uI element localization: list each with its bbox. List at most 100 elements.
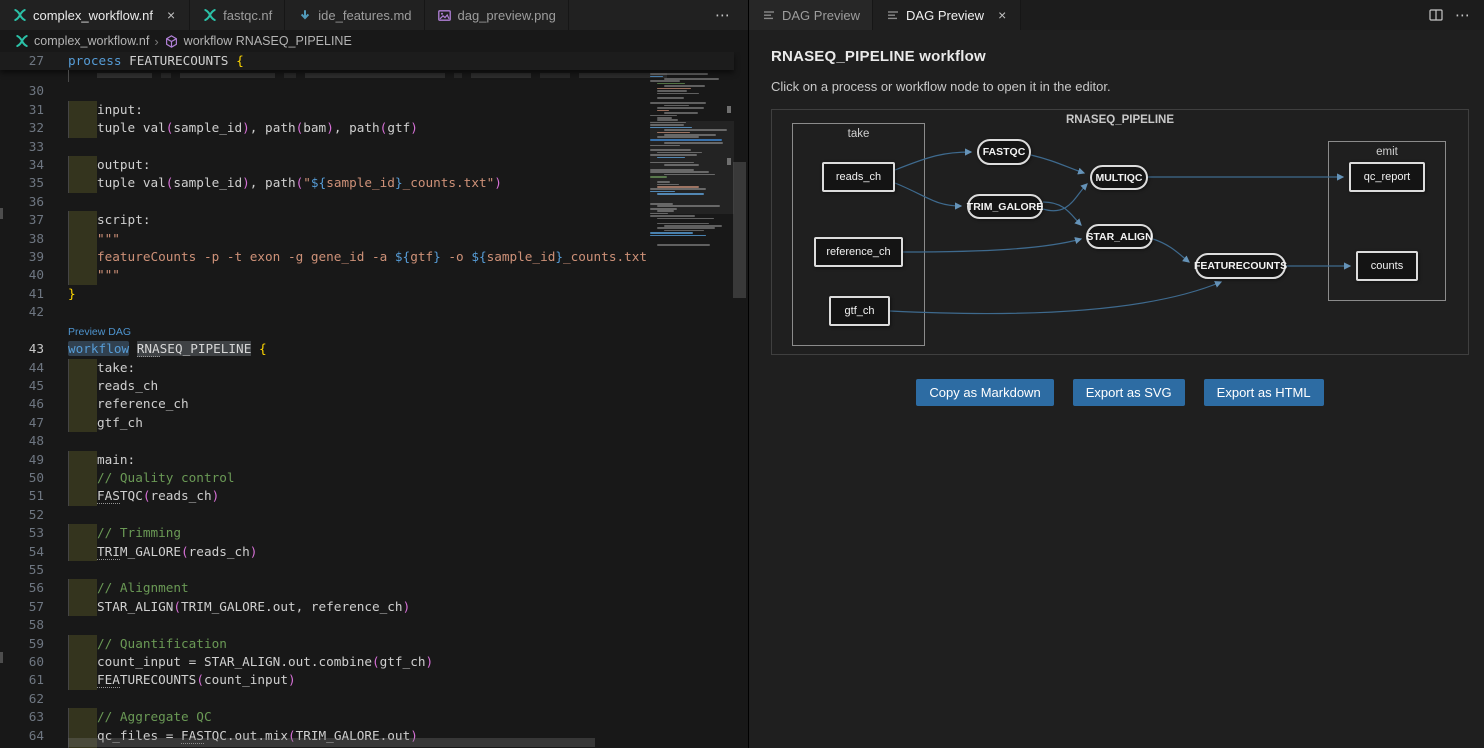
code-line-56[interactable]: 56// Alignment [0,579,748,597]
right-tabbar: DAG PreviewDAG Preview× ⋯ [749,0,1484,30]
code-line-62[interactable]: 62 [0,690,748,708]
code-line-36[interactable]: 36 [0,193,748,211]
code-line-35[interactable]: 35tuple val(sample_id), path("${sample_i… [0,174,748,192]
dag-node-TRIM_GALORE[interactable]: TRIM_GALORE [967,194,1043,219]
code-line-57[interactable]: 57STAR_ALIGN(TRIM_GALORE.out, reference_… [0,598,748,616]
sticky-scroll-line[interactable]: 27process FEATURECOUNTS { [0,52,734,70]
tab-dag-preview-png[interactable]: dag_preview.png [425,0,569,30]
dag-node-reference_ch[interactable]: reference_ch [814,237,903,267]
vertical-scrollbar[interactable] [733,162,746,298]
dag-node-qc_report[interactable]: qc_report [1349,162,1425,192]
code-line-54[interactable]: 54TRIM_GALORE(reads_ch) [0,543,748,561]
code-line-30[interactable]: 30 [0,82,748,100]
breadcrumb-symbol[interactable]: workflow RNASEQ_PIPELINE [184,34,352,48]
code-line-52[interactable]: 52 [0,506,748,524]
code-line-31[interactable]: 31input: [0,101,748,119]
code-line-61[interactable]: 61FEATURECOUNTS(count_input) [0,671,748,689]
tab-fastqc-nf[interactable]: fastqc.nf [190,0,285,30]
export-as-html-button[interactable]: Export as HTML [1204,379,1324,406]
nextflow-icon [202,8,217,23]
line-number: 50 [0,469,68,487]
code-line-53[interactable]: 53// Trimming [0,524,748,542]
close-icon[interactable]: × [165,8,177,22]
app-window: complex_workflow.nf×fastqc.nfide_feature… [0,0,1484,748]
code-line-33[interactable]: 33 [0,138,748,156]
code-line-42[interactable]: 42 [0,303,748,321]
tab-dag-preview[interactable]: DAG Preview [749,0,873,30]
code-line-50[interactable]: 50// Quality control [0,469,748,487]
dag-node-STAR_ALIGN[interactable]: STAR_ALIGN [1086,224,1153,249]
indent-highlight [68,414,97,432]
code-line-63[interactable]: 63// Aggregate QC [0,708,748,726]
indent-highlight [68,359,97,377]
more-actions-icon[interactable]: ⋯ [1455,8,1470,23]
line-number: 35 [0,174,68,192]
code-line-40[interactable]: 40""" [0,266,748,284]
preview-icon [885,8,900,23]
line-number: 59 [0,635,68,653]
code-line-59[interactable]: 59// Quantification [0,635,748,653]
code-line-43[interactable]: 43workflow RNASEQ_PIPELINE { [0,340,748,358]
code-line-34[interactable]: 34output: [0,156,748,174]
tab-dag-preview[interactable]: DAG Preview× [873,0,1021,30]
breadcrumb[interactable]: complex_workflow.nf › workflow RNASEQ_PI… [0,30,748,52]
code-line-41[interactable]: 41} [0,285,748,303]
tab-ide-features-md[interactable]: ide_features.md [285,0,424,30]
markdown-icon [297,8,312,23]
line-number: 53 [0,524,68,542]
line-number: 64 [0,727,68,745]
left-tabbar: complex_workflow.nf×fastqc.nf ide_feature… [0,0,748,30]
code-line-60[interactable]: 60count_input = STAR_ALIGN.out.combine(g… [0,653,748,671]
line-number: 46 [0,395,68,413]
indent-highlight [68,524,97,542]
line-number: 33 [0,138,68,156]
line-number: 60 [0,653,68,671]
code-line-55[interactable]: 55 [0,561,748,579]
tab-complex-workflow-nf[interactable]: complex_workflow.nf× [0,0,190,30]
line-number: 37 [0,211,68,229]
close-icon[interactable]: × [996,8,1008,22]
dag-node-FASTQC[interactable]: FASTQC [977,139,1031,165]
indent-highlight [68,653,97,671]
dag-node-gtf_ch[interactable]: gtf_ch [829,296,890,326]
indent-highlight [68,266,97,284]
code-line-46[interactable]: 46reference_ch [0,395,748,413]
code-line-44[interactable]: 44take: [0,359,748,377]
indent-highlight [68,174,97,192]
split-editor-icon[interactable] [1429,9,1443,21]
code-line-39[interactable]: 39featureCounts -p -t exon -g gene_id -a… [0,248,748,266]
code-line-37[interactable]: 37script: [0,211,748,229]
code-line-58[interactable]: 58 [0,616,748,634]
line-number: 51 [0,487,68,505]
panel-subtitle: Click on a process or workflow node to o… [771,79,1468,94]
breadcrumb-file[interactable]: complex_workflow.nf [34,34,149,48]
dag-node-counts[interactable]: counts [1356,251,1418,281]
dag-node-MULTIQC[interactable]: MULTIQC [1090,165,1148,190]
code-line-47[interactable]: 47gtf_ch [0,414,748,432]
code-line-49[interactable]: 49main: [0,451,748,469]
line-number: 34 [0,156,68,174]
codelens-preview-dag[interactable]: Preview DAG [68,326,131,338]
dag-node-FEATURECOUNTS[interactable]: FEATURECOUNTS [1195,253,1286,279]
more-actions-icon[interactable]: ⋯ [715,8,730,23]
tab-label: ide_features.md [318,8,411,23]
copy-as-markdown-button[interactable]: Copy as Markdown [916,379,1053,406]
minimap-viewport[interactable] [650,121,734,214]
code-line-32[interactable]: 32tuple val(sample_id), path(bam), path(… [0,119,748,137]
dag-node-reads_ch[interactable]: reads_ch [822,162,895,192]
code-line-45[interactable]: 45reads_ch [0,377,748,395]
line-number: 38 [0,230,68,248]
line-number: 49 [0,451,68,469]
horizontal-scrollbar[interactable] [68,738,595,747]
line-number: 40 [0,266,68,284]
export-as-svg-button[interactable]: Export as SVG [1073,379,1185,406]
preview-icon [761,8,776,23]
line-number: 36 [0,193,68,211]
code-line-48[interactable]: 48 [0,432,748,450]
code-line-51[interactable]: 51FASTQC(reads_ch) [0,487,748,505]
code-editor[interactable]: 27process FEATURECOUNTS { 3031input:32tu… [0,52,748,748]
indent-highlight [68,543,97,561]
code-line-27[interactable]: 27process FEATURECOUNTS { [0,52,734,70]
indent-highlight [68,708,97,726]
code-line-38[interactable]: 38""" [0,230,748,248]
